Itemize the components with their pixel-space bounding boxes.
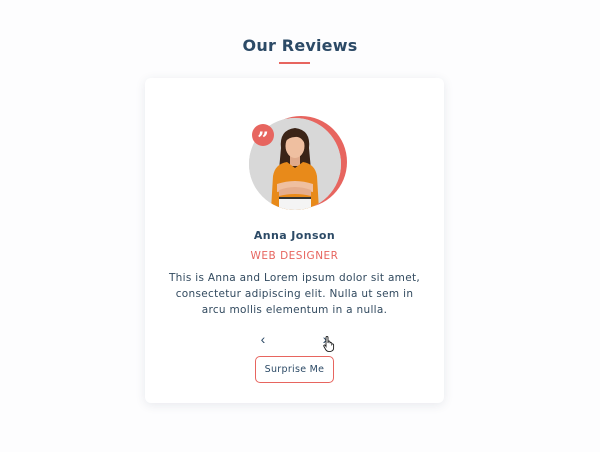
review-text: This is Anna and Lorem ipsum dolor sit a… — [168, 272, 421, 316]
hand-pointer-cursor-icon — [323, 336, 335, 352]
reviewer-name: Anna Jonson — [253, 229, 336, 242]
quote-icon: ” — [252, 124, 274, 151]
surprise-me-button[interactable]: Surprise Me — [255, 356, 334, 383]
chevron-left-icon: ‹ — [260, 331, 266, 347]
reviewer-job: WEB DESIGNER — [250, 250, 339, 262]
section-title: Our Reviews — [242, 36, 358, 55]
title-underline — [279, 62, 310, 64]
avatar-container: ” — [249, 116, 347, 214]
review-card: ” Anna Jonson WEB DESIGNER This is Anna … — [145, 78, 444, 403]
prev-button[interactable]: ‹ — [256, 331, 270, 347]
